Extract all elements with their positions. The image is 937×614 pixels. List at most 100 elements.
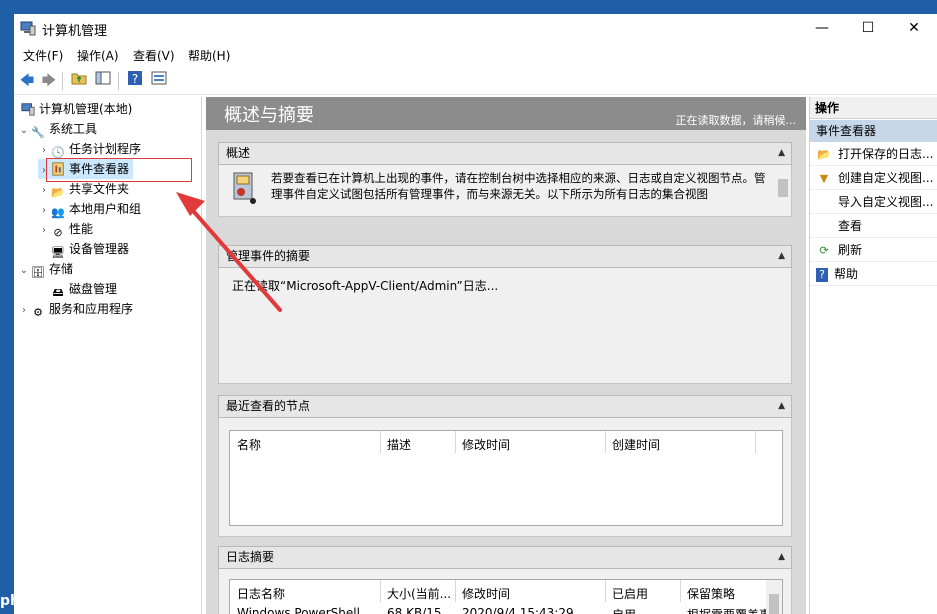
overview-scrollbar[interactable] xyxy=(775,165,791,216)
tree-label: 计算机管理(本地) xyxy=(39,102,133,116)
watermark-logo: php 中文网 xyxy=(0,593,77,609)
tree-label: 共享文件夹 xyxy=(69,182,130,196)
maximize-button[interactable]: ☐ xyxy=(845,14,891,43)
refresh-icon: ⟳ xyxy=(819,244,829,257)
column-header[interactable]: 日志名称 xyxy=(237,585,285,602)
scroll-thumb[interactable] xyxy=(778,179,788,197)
column-header[interactable]: 创建时间 xyxy=(612,436,660,453)
column-header[interactable]: 修改时间 xyxy=(462,436,510,453)
log-summary-header[interactable]: 日志摘要 ▲ xyxy=(218,546,792,569)
column-divider xyxy=(455,431,456,453)
back-icon[interactable]: 🡄 xyxy=(16,70,38,92)
window-title: 计算机管理 xyxy=(42,24,108,39)
tree-node-system-tools[interactable]: ⌄ 🔧 系统工具 xyxy=(18,119,97,139)
tree-node-task-scheduler[interactable]: › 🕓 任务计划程序 xyxy=(38,139,141,159)
storage-icon: 🗄 xyxy=(31,266,45,279)
column-divider xyxy=(605,580,606,602)
recent-nodes-header[interactable]: 最近查看的节点 ▲ xyxy=(218,395,792,418)
computer-management-window: 计算机管理 — ☐ ✕ 文件(F) 操作(A) 查看(V) 帮助(H) 🡄 🡆 … xyxy=(14,14,937,614)
summary-banner: 概述与摘要 正在读取数据，请稍候... xyxy=(206,97,806,130)
recent-nodes-body: 名称 描述 修改时间 创建时间 xyxy=(218,418,792,537)
column-header[interactable]: 保留策略 xyxy=(687,585,735,602)
column-header[interactable]: 修改时间 xyxy=(462,585,510,602)
tree-label: 性能 xyxy=(69,222,94,236)
overview-header[interactable]: 概述 ▲ xyxy=(218,142,792,165)
close-button[interactable]: ✕ xyxy=(891,14,937,43)
menu-action[interactable]: 操作(A) xyxy=(75,47,121,64)
action-open-saved-log[interactable]: 📂 打开保存的日志... xyxy=(810,143,937,166)
action-create-custom-view[interactable]: ▼ 创建自定义视图... xyxy=(810,167,937,190)
event-log-icon xyxy=(231,171,257,208)
chevron-down-icon[interactable]: ⌄ xyxy=(18,261,30,281)
help-icon: ? xyxy=(816,268,828,282)
collapse-icon[interactable]: ▲ xyxy=(778,246,785,267)
menu-view[interactable]: 查看(V) xyxy=(131,47,177,64)
column-header[interactable]: 已启用 xyxy=(612,585,648,602)
admin-events-summary-header[interactable]: 管理事件的摘要 ▲ xyxy=(218,245,792,268)
log-name-cell: Windows PowerShell xyxy=(237,606,360,614)
banner-title: 概述与摘要 xyxy=(224,105,314,126)
tree-label: 系统工具 xyxy=(49,122,98,136)
menu-bar: 文件(F) 操作(A) 查看(V) 帮助(H) xyxy=(14,44,937,66)
help-icon[interactable]: ? xyxy=(124,70,146,92)
collapse-icon[interactable]: ▲ xyxy=(778,396,785,417)
action-view[interactable]: 查看 xyxy=(810,215,937,238)
actions-section-event-viewer[interactable]: 事件查看器 xyxy=(810,120,937,142)
action-label: 查看 xyxy=(838,219,863,233)
chevron-right-icon[interactable]: › xyxy=(38,221,50,241)
menu-help[interactable]: 帮助(H) xyxy=(186,47,232,64)
tree-label: 服务和应用程序 xyxy=(49,302,134,316)
open-folder-icon: 📂 xyxy=(817,148,831,161)
chevron-right-icon[interactable]: › xyxy=(38,181,50,201)
tree-node-disk-management[interactable]: 🖴 磁盘管理 xyxy=(50,279,117,299)
overview-description: 若要查看已在计算机上出现的事件，请在控制台树中选择相应的来源、日志或自定义视图节… xyxy=(271,171,766,201)
table-row[interactable]: Windows PowerShell 68 KB/15... 2020/9/4 … xyxy=(230,603,768,614)
properties-icon[interactable] xyxy=(148,70,170,92)
tree-node-local-users[interactable]: › 👥 本地用户和组 xyxy=(38,199,141,219)
up-folder-icon[interactable] xyxy=(68,70,90,92)
tree-node-root[interactable]: 计算机管理(本地) xyxy=(20,99,132,119)
menu-file[interactable]: 文件(F) xyxy=(21,47,65,64)
forward-icon[interactable]: 🡆 xyxy=(38,70,60,92)
collapse-icon[interactable]: ▲ xyxy=(778,143,785,164)
tree-node-performance[interactable]: › ⊘ 性能 xyxy=(38,219,93,239)
scroll-thumb[interactable] xyxy=(769,594,779,614)
column-divider xyxy=(755,431,756,453)
section-title: 日志摘要 xyxy=(226,550,275,564)
log-summary-scrollbar[interactable] xyxy=(766,580,782,614)
action-label: 创建自定义视图... xyxy=(838,171,934,185)
actions-header: 操作 xyxy=(810,97,937,119)
action-label: 帮助 xyxy=(834,267,859,281)
action-import-custom-view[interactable]: 导入自定义视图... xyxy=(810,191,937,214)
tree-label: 设备管理器 xyxy=(69,242,130,256)
action-refresh[interactable]: ⟳ 刷新 xyxy=(810,239,937,262)
collapse-icon[interactable]: ▲ xyxy=(778,547,785,568)
action-label: 刷新 xyxy=(838,243,863,257)
section-title: 最近查看的节点 xyxy=(226,399,311,413)
tree-node-storage[interactable]: ⌄ 🗄 存储 xyxy=(18,259,73,279)
tree-label: 磁盘管理 xyxy=(69,282,118,296)
column-divider xyxy=(680,580,681,602)
log-modified-cell: 2020/9/4 15:43:29 xyxy=(462,606,574,614)
chevron-right-icon[interactable]: › xyxy=(18,301,30,321)
tree-node-shared-folders[interactable]: › 📂 共享文件夹 xyxy=(38,179,129,199)
column-header[interactable]: 大小(当前... xyxy=(387,585,451,602)
show-hide-tree-icon[interactable] xyxy=(92,70,114,92)
minimize-button[interactable]: — xyxy=(799,14,845,43)
tree-label: 存储 xyxy=(49,262,74,276)
computer-management-icon xyxy=(20,102,36,118)
column-header[interactable]: 描述 xyxy=(387,436,411,453)
section-title: 管理事件的摘要 xyxy=(226,249,311,263)
toolbar: 🡄 🡆 ? xyxy=(14,67,937,95)
tree-node-device-manager[interactable]: 🖥 设备管理器 xyxy=(50,239,129,259)
tree-node-services[interactable]: › ⚙ 服务和应用程序 xyxy=(18,299,133,319)
actions-pane: 操作 事件查看器 📂 打开保存的日志... ▼ 创建自定义视图... 导入自定义视图… xyxy=(809,97,937,614)
chevron-down-icon[interactable]: ⌄ xyxy=(18,121,30,141)
log-retention-cell: 根据需要覆盖事 xyxy=(687,606,767,614)
column-divider xyxy=(455,580,456,602)
chevron-right-icon[interactable]: › xyxy=(38,201,50,221)
svg-text:?: ? xyxy=(132,72,138,86)
summary-loading-text: 正在读取“Microsoft-AppV-Client/Admin”日志... xyxy=(232,279,499,293)
column-header[interactable]: 名称 xyxy=(237,436,261,453)
action-help[interactable]: ? 帮助 xyxy=(810,263,937,286)
